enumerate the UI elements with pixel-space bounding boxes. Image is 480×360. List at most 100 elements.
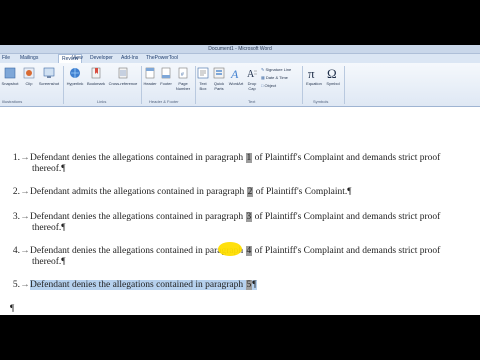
paragraph-text: Defendant denies the allegations contain… xyxy=(30,153,246,163)
list-item[interactable]: 2.→Defendant admits the allegations cont… xyxy=(8,187,352,198)
hyperlink-label: Hyperlink xyxy=(66,81,84,86)
clip-art-icon xyxy=(23,67,35,79)
list-number: 3. xyxy=(12,212,20,222)
bookmark-button[interactable]: Bookmark xyxy=(86,66,106,86)
quick-parts-button[interactable]: Quick Parts xyxy=(211,66,227,91)
list-number: 4. xyxy=(12,246,20,256)
mouse-highlight xyxy=(218,242,242,256)
svg-text:A: A xyxy=(230,67,239,80)
paragraph-mark: ¶ xyxy=(252,280,257,290)
quick-parts-label: Quick Parts xyxy=(213,81,225,91)
cross-reference-label: Cross-reference xyxy=(108,81,138,86)
tab-mark: → xyxy=(20,153,30,163)
list-item[interactable]: 3.→Defendant denies the allegations cont… xyxy=(8,212,441,233)
hyperlink-button[interactable]: Hyperlink xyxy=(65,66,85,86)
wordart-label: WordArt xyxy=(228,81,244,86)
list-number: 5. xyxy=(12,280,20,290)
drop-cap-label: Drop Cap xyxy=(247,81,257,91)
title-bar: Document1 - Microsoft Word xyxy=(0,45,480,54)
wordart-icon: A xyxy=(230,67,239,80)
text-box-icon xyxy=(197,67,209,79)
tab-add-ins[interactable]: Add-Ins xyxy=(121,55,138,61)
paragraph-continuation: thereof.¶ xyxy=(32,257,66,267)
wordart-button[interactable]: A WordArt xyxy=(228,66,244,86)
drop-cap-button[interactable]: A Drop Cap xyxy=(245,66,259,91)
bookmark-icon xyxy=(91,67,101,79)
signature-line-button[interactable]: ✎ Signature Line xyxy=(261,67,291,72)
group-links-label: Links xyxy=(97,99,107,104)
date-time-label: Date & Time xyxy=(265,75,288,80)
window-title: Document1 - Microsoft Word xyxy=(208,46,272,52)
group-symbols-label: Symbols xyxy=(313,99,329,104)
ribbon-tabs: File Mailings Review View Developer Add-… xyxy=(0,54,480,63)
paragraph-continuation: thereof.¶ xyxy=(32,223,66,233)
footer-icon xyxy=(161,67,171,79)
header-icon xyxy=(145,67,155,79)
cross-reference-button[interactable]: Cross-reference xyxy=(107,66,139,86)
tab-thepowertool[interactable]: ThePowerTool xyxy=(146,55,178,61)
equation-label: Equation xyxy=(306,81,322,86)
snapshot-button[interactable]: Snapshot xyxy=(0,66,20,86)
text-box-label: Text Box xyxy=(199,81,207,91)
equation-icon: π xyxy=(308,66,315,80)
svg-text:A: A xyxy=(247,69,255,80)
bookmark-label: Bookmark xyxy=(86,81,105,86)
date-time-button[interactable]: ▦ Date & Time xyxy=(261,75,288,80)
group-divider xyxy=(63,66,64,104)
screenshot-icon xyxy=(43,67,55,78)
paragraph-text-end: of Plaintiff's Complaint and demands str… xyxy=(252,153,441,163)
equation-button[interactable]: π Equation xyxy=(303,66,325,86)
paragraph-continuation: thereof.¶ xyxy=(32,164,66,174)
signature-line-label: Signature Line xyxy=(265,67,292,72)
tab-mark: → xyxy=(20,212,30,222)
svg-text:Ω: Ω xyxy=(327,66,337,80)
empty-paragraph[interactable]: ¶ xyxy=(10,304,14,315)
symbol-button[interactable]: Ω Symbol xyxy=(325,66,341,86)
symbol-label: Symbol xyxy=(326,81,340,86)
tab-file[interactable]: File xyxy=(2,55,10,61)
paragraph-text: Defendant denies the allegations contain… xyxy=(30,246,246,256)
tab-mark: → xyxy=(20,246,30,256)
tab-developer[interactable]: Developer xyxy=(90,55,113,61)
clip-art-button[interactable]: Clip xyxy=(22,66,36,86)
list-item-selected[interactable]: 5.→Defendant denies the allegations cont… xyxy=(8,280,257,291)
list-item[interactable]: 1.→Defendant denies the allegations cont… xyxy=(8,153,441,174)
document-page[interactable]: 1.→Defendant denies the allegations cont… xyxy=(0,107,480,315)
page-number-button[interactable]: # Page Number xyxy=(174,66,192,91)
svg-text:#: # xyxy=(181,72,184,78)
object-label: Object xyxy=(264,83,277,88)
screenshot-button[interactable]: Screenshot xyxy=(38,66,60,86)
hyperlink-icon xyxy=(70,68,80,78)
screen-capture: Document1 - Microsoft Word File Mailings… xyxy=(0,45,480,315)
tab-mailings[interactable]: Mailings xyxy=(20,55,38,61)
paragraph-text-end: of Plaintiff's Complaint and demands str… xyxy=(252,246,441,256)
paragraph-text-end: of Plaintiff's Complaint and demands str… xyxy=(252,212,441,222)
tab-view[interactable]: View xyxy=(72,55,83,61)
svg-text:π: π xyxy=(308,66,315,80)
paragraph-text: Defendant admits the allegations contain… xyxy=(30,187,247,197)
page-number-icon: # xyxy=(178,67,188,79)
object-button[interactable]: □ Object xyxy=(261,83,276,88)
group-header-footer-label: Header & Footer xyxy=(149,99,179,104)
list-number: 1. xyxy=(12,153,20,163)
selected-text[interactable]: Defendant denies the allegations contain… xyxy=(30,280,257,290)
paragraph-text: Defendant denies the allegations contain… xyxy=(30,212,246,222)
text-box-button[interactable]: Text Box xyxy=(196,66,210,91)
quick-parts-icon xyxy=(213,67,225,79)
ribbon: Snapshot Clip Screenshot Illustrations H… xyxy=(0,63,480,107)
drop-cap-icon: A xyxy=(247,69,257,80)
cross-reference-icon xyxy=(118,67,128,79)
footer-label: Footer xyxy=(160,81,172,86)
footer-button[interactable]: Footer xyxy=(158,66,174,86)
group-illustrations-label: Illustrations xyxy=(2,99,23,104)
page-number-label: Page Number xyxy=(175,81,191,91)
snapshot-label: Snapshot xyxy=(1,81,19,86)
tab-mark: → xyxy=(20,187,30,197)
list-number: 2. xyxy=(12,187,20,197)
paragraph-text-end: of Plaintiff's Complaint.¶ xyxy=(253,187,352,197)
tab-mark: → xyxy=(20,280,30,290)
header-label: Header xyxy=(143,81,157,86)
group-text-label: Text xyxy=(248,99,256,104)
snapshot-icon xyxy=(4,67,16,79)
header-button[interactable]: Header xyxy=(142,66,158,86)
